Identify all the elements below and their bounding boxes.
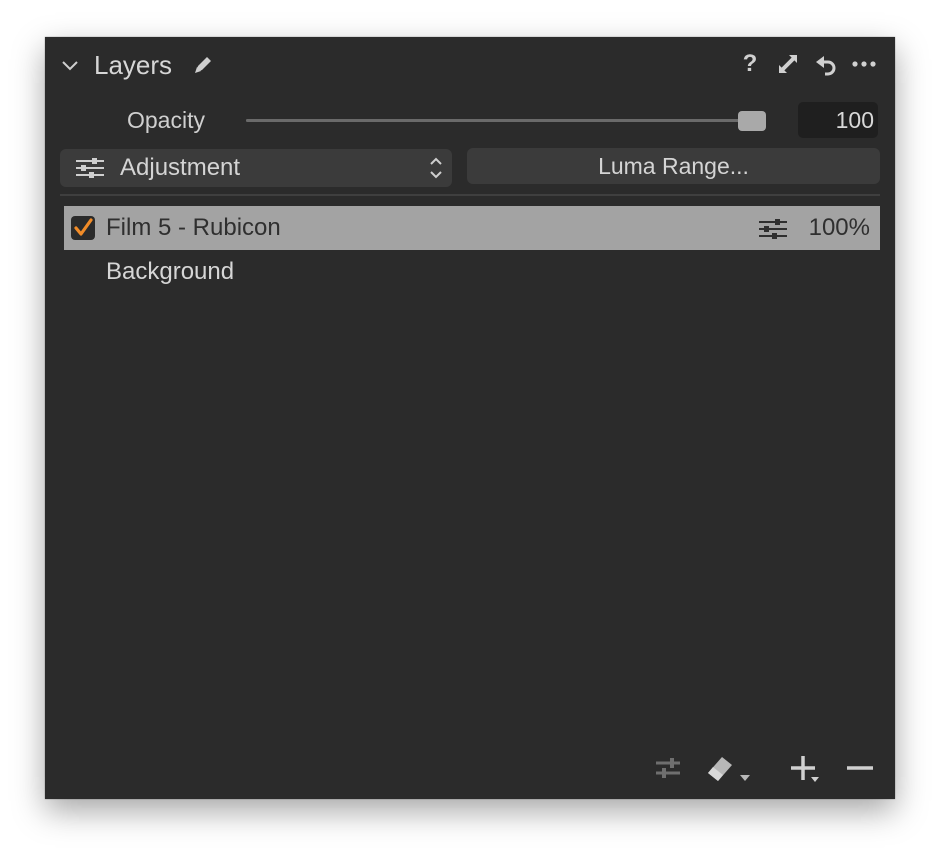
layer-type-dropdown[interactable]: Adjustment (60, 149, 452, 187)
panel-title: Layers (94, 50, 173, 80)
header-toolbar: ? (737, 50, 877, 77)
expand-icon[interactable] (775, 51, 801, 77)
layer-row-film[interactable]: Film 5 - Rubicon 100% (64, 206, 880, 250)
pencil-icon[interactable] (191, 53, 215, 77)
chevron-down-icon[interactable] (59, 54, 81, 76)
layer-name: Background (106, 258, 235, 285)
adjustment-sliders-icon (76, 158, 104, 178)
luma-range-button[interactable]: Luma Range... (467, 148, 880, 184)
opacity-slider-track[interactable] (246, 119, 756, 122)
layers-panel: Layers ? Opacity 100 Adjustment Luma Ran… (45, 37, 895, 799)
reset-icon[interactable] (813, 51, 839, 77)
eraser-icon[interactable] (705, 751, 757, 785)
panel-header: Layers ? (45, 37, 895, 93)
opacity-slider-fill (246, 119, 756, 122)
layer-opacity: 100% (808, 214, 870, 241)
layer-visibility-checkbox[interactable] (71, 216, 95, 240)
sliders-swap-icon[interactable] (651, 751, 685, 785)
checkmark-icon (74, 218, 93, 236)
divider (60, 194, 880, 196)
opacity-label: Opacity (127, 107, 205, 133)
add-layer-icon[interactable] (787, 751, 827, 785)
layer-type-selected: Adjustment (120, 154, 241, 181)
layer-row-background[interactable]: Background (64, 250, 880, 294)
opacity-slider-thumb[interactable] (738, 111, 766, 131)
opacity-value-field[interactable]: 100 (798, 102, 878, 138)
updown-chevron-icon (430, 157, 442, 179)
layer-name: Film 5 - Rubicon (106, 214, 281, 241)
remove-layer-icon[interactable] (843, 751, 877, 785)
help-icon[interactable]: ? (737, 50, 763, 77)
adjustment-sliders-icon[interactable] (758, 218, 788, 240)
more-icon[interactable] (851, 51, 877, 77)
panel-footer (45, 739, 895, 799)
